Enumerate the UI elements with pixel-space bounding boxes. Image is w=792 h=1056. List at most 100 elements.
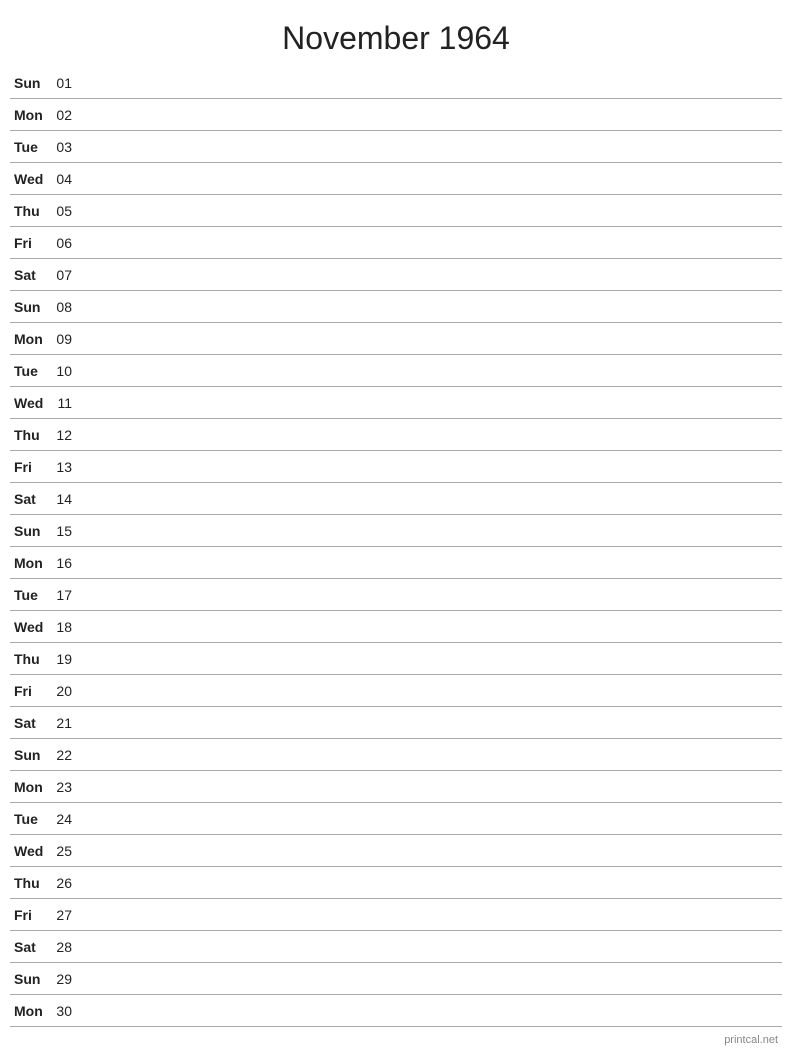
calendar-row: Wed11 [10, 387, 782, 419]
day-number: 10 [50, 363, 78, 379]
day-number: 19 [50, 651, 78, 667]
day-line [78, 754, 782, 755]
page-title: November 1964 [0, 0, 792, 67]
day-line [78, 498, 782, 499]
calendar-row: Sat07 [10, 259, 782, 291]
day-line [78, 722, 782, 723]
day-name: Sun [10, 971, 50, 987]
day-name: Fri [10, 235, 50, 251]
day-line [78, 146, 782, 147]
day-name: Mon [10, 555, 50, 571]
day-number: 03 [50, 139, 78, 155]
day-name: Mon [10, 107, 50, 123]
calendar-grid: Sun01Mon02Tue03Wed04Thu05Fri06Sat07Sun08… [0, 67, 792, 1027]
day-number: 23 [50, 779, 78, 795]
day-name: Wed [10, 171, 50, 187]
day-number: 26 [50, 875, 78, 891]
day-number: 12 [50, 427, 78, 443]
calendar-row: Sun08 [10, 291, 782, 323]
day-line [78, 274, 782, 275]
calendar-row: Fri13 [10, 451, 782, 483]
day-name: Wed [10, 619, 50, 635]
day-name: Thu [10, 203, 50, 219]
day-line [78, 690, 782, 691]
calendar-row: Wed04 [10, 163, 782, 195]
day-line [78, 562, 782, 563]
day-number: 30 [50, 1003, 78, 1019]
calendar-row: Thu05 [10, 195, 782, 227]
day-name: Fri [10, 907, 50, 923]
day-name: Tue [10, 587, 50, 603]
day-number: 04 [50, 171, 78, 187]
calendar-row: Tue17 [10, 579, 782, 611]
calendar-row: Thu12 [10, 419, 782, 451]
day-line [78, 882, 782, 883]
calendar-row: Tue24 [10, 803, 782, 835]
day-number: 07 [50, 267, 78, 283]
day-name: Thu [10, 875, 50, 891]
calendar-row: Wed25 [10, 835, 782, 867]
day-name: Wed [10, 843, 50, 859]
day-number: 24 [50, 811, 78, 827]
day-name: Sun [10, 523, 50, 539]
day-name: Sat [10, 715, 50, 731]
day-number: 27 [50, 907, 78, 923]
day-number: 16 [50, 555, 78, 571]
day-name: Sun [10, 747, 50, 763]
day-line [78, 978, 782, 979]
day-line [78, 786, 782, 787]
day-line [78, 114, 782, 115]
calendar-row: Mon02 [10, 99, 782, 131]
footer-credit: printcal.net [724, 1034, 778, 1046]
day-number: 22 [50, 747, 78, 763]
day-line [78, 82, 782, 83]
calendar-row: Sat28 [10, 931, 782, 963]
calendar-row: Mon23 [10, 771, 782, 803]
day-name: Tue [10, 811, 50, 827]
day-name: Sun [10, 299, 50, 315]
calendar-row: Mon30 [10, 995, 782, 1027]
calendar-row: Mon09 [10, 323, 782, 355]
day-line [78, 850, 782, 851]
day-line [78, 338, 782, 339]
calendar-row: Sat14 [10, 483, 782, 515]
day-number: 15 [50, 523, 78, 539]
day-name: Mon [10, 331, 50, 347]
calendar-row: Sun29 [10, 963, 782, 995]
calendar-row: Sun22 [10, 739, 782, 771]
day-number: 09 [50, 331, 78, 347]
day-name: Tue [10, 363, 50, 379]
day-line [78, 306, 782, 307]
day-number: 06 [50, 235, 78, 251]
calendar-row: Mon16 [10, 547, 782, 579]
day-line [78, 466, 782, 467]
day-line [78, 242, 782, 243]
day-line [78, 594, 782, 595]
day-number: 21 [50, 715, 78, 731]
day-name: Sat [10, 939, 50, 955]
day-line [78, 210, 782, 211]
calendar-row: Tue03 [10, 131, 782, 163]
calendar-row: Fri27 [10, 899, 782, 931]
day-line [78, 402, 782, 403]
calendar-row: Thu19 [10, 643, 782, 675]
day-number: 25 [50, 843, 78, 859]
day-name: Tue [10, 139, 50, 155]
day-line [78, 434, 782, 435]
calendar-row: Sun15 [10, 515, 782, 547]
calendar-row: Fri06 [10, 227, 782, 259]
day-number: 13 [50, 459, 78, 475]
calendar-row: Sun01 [10, 67, 782, 99]
calendar-row: Tue10 [10, 355, 782, 387]
day-line [78, 946, 782, 947]
day-name: Thu [10, 427, 50, 443]
day-line [78, 626, 782, 627]
day-name: Sat [10, 267, 50, 283]
day-name: Fri [10, 683, 50, 699]
day-name: Thu [10, 651, 50, 667]
day-number: 14 [50, 491, 78, 507]
day-number: 11 [50, 395, 78, 411]
day-number: 01 [50, 75, 78, 91]
day-number: 28 [50, 939, 78, 955]
day-line [78, 370, 782, 371]
